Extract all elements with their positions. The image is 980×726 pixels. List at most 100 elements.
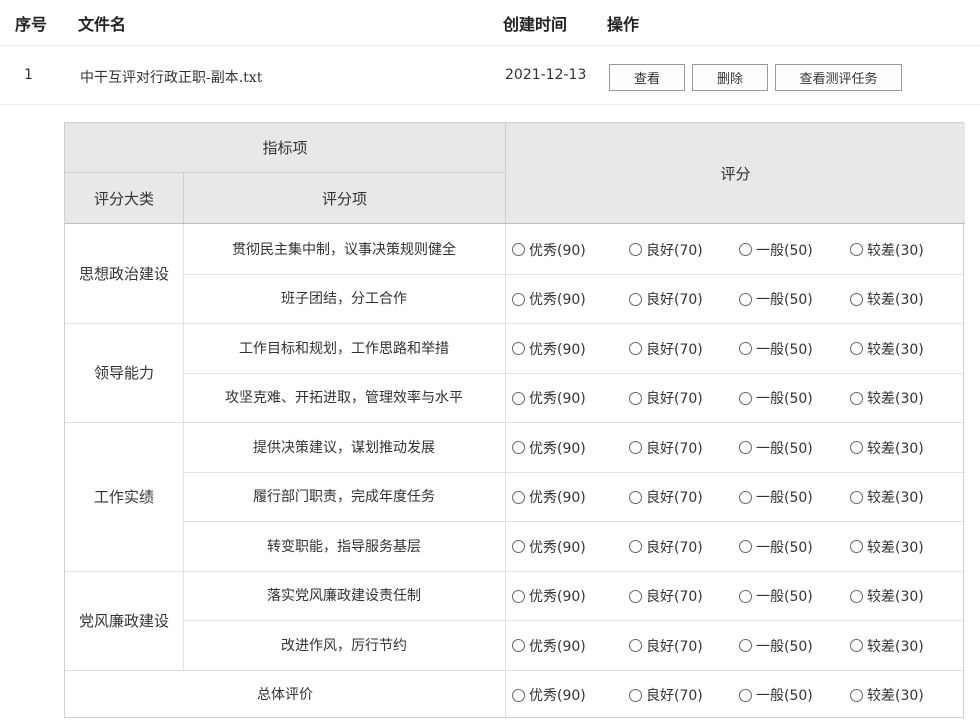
score-option[interactable]: 一般(50) bbox=[739, 388, 813, 408]
score-option[interactable]: 良好(70) bbox=[629, 289, 703, 309]
score-option[interactable]: 较差(30) bbox=[850, 289, 924, 309]
header-indicator: 指标项 bbox=[65, 123, 505, 172]
score-option[interactable]: 良好(70) bbox=[629, 685, 703, 705]
radio-button[interactable] bbox=[850, 688, 863, 702]
score-option[interactable]: 优秀(90) bbox=[512, 685, 586, 705]
score-option-label: 良好(70) bbox=[646, 688, 703, 705]
score-option[interactable]: 一般(50) bbox=[739, 685, 813, 705]
radio-button[interactable] bbox=[739, 490, 752, 504]
score-option[interactable]: 优秀(90) bbox=[512, 438, 586, 458]
score-option[interactable]: 较差(30) bbox=[850, 685, 924, 705]
radio-button[interactable] bbox=[629, 589, 642, 603]
score-option[interactable]: 一般(50) bbox=[739, 240, 813, 260]
radio-button[interactable] bbox=[629, 292, 642, 306]
score-option[interactable]: 较差(30) bbox=[850, 339, 924, 359]
radio-button[interactable] bbox=[739, 540, 752, 554]
score-option[interactable]: 良好(70) bbox=[629, 339, 703, 359]
score-option[interactable]: 较差(30) bbox=[850, 388, 924, 408]
radio-button[interactable] bbox=[850, 391, 863, 405]
radio-button[interactable] bbox=[739, 441, 752, 455]
score-options: 优秀(90) 良好(70) 一般(50) 较差(30) bbox=[506, 373, 965, 423]
radio-button[interactable] bbox=[512, 540, 525, 554]
radio-button[interactable] bbox=[739, 342, 752, 356]
radio-button[interactable] bbox=[629, 441, 642, 455]
radio-button[interactable] bbox=[512, 391, 525, 405]
radio-button[interactable] bbox=[739, 243, 752, 257]
radio-button[interactable] bbox=[739, 639, 752, 653]
radio-button[interactable] bbox=[512, 441, 525, 455]
score-option[interactable]: 优秀(90) bbox=[512, 388, 586, 408]
score-option[interactable]: 良好(70) bbox=[629, 388, 703, 408]
score-option[interactable]: 一般(50) bbox=[739, 438, 813, 458]
radio-button[interactable] bbox=[739, 688, 752, 702]
radio-button[interactable] bbox=[629, 342, 642, 356]
evaluation-table: 指标项 评分大类 评分项 评分 思想政治建设 贯彻民主集中制，议事决策规则健全 优秀… bbox=[64, 122, 965, 719]
radio-button[interactable] bbox=[629, 243, 642, 257]
score-option-label: 一般(50) bbox=[756, 292, 813, 309]
score-option[interactable]: 较差(30) bbox=[850, 487, 924, 507]
score-option[interactable]: 良好(70) bbox=[629, 586, 703, 606]
category-label: 党风廉政建设 bbox=[78, 611, 169, 630]
radio-button[interactable] bbox=[512, 639, 525, 653]
score-option[interactable]: 较差(30) bbox=[850, 636, 924, 656]
radio-button[interactable] bbox=[850, 243, 863, 257]
radio-button[interactable] bbox=[850, 441, 863, 455]
score-option-label: 优秀(90) bbox=[529, 391, 586, 408]
radio-button[interactable] bbox=[629, 540, 642, 554]
radio-button[interactable] bbox=[850, 589, 863, 603]
radio-button[interactable] bbox=[739, 589, 752, 603]
indicator-item: 工作目标和规划，工作思路和举措 bbox=[239, 340, 449, 357]
radio-button[interactable] bbox=[629, 639, 642, 653]
score-option[interactable]: 较差(30) bbox=[850, 537, 924, 557]
row-index: 1 bbox=[24, 67, 33, 83]
score-option[interactable]: 较差(30) bbox=[850, 586, 924, 606]
score-option[interactable]: 良好(70) bbox=[629, 438, 703, 458]
score-option[interactable]: 良好(70) bbox=[629, 537, 703, 557]
score-option[interactable]: 优秀(90) bbox=[512, 339, 586, 359]
score-option[interactable]: 一般(50) bbox=[739, 537, 813, 557]
score-option[interactable]: 优秀(90) bbox=[512, 586, 586, 606]
view-button[interactable]: 查看 bbox=[609, 64, 685, 91]
radio-button[interactable] bbox=[739, 292, 752, 306]
score-option[interactable]: 优秀(90) bbox=[512, 487, 586, 507]
radio-button[interactable] bbox=[512, 292, 525, 306]
score-option[interactable]: 优秀(90) bbox=[512, 289, 586, 309]
radio-button[interactable] bbox=[850, 292, 863, 306]
score-option-label: 较差(30) bbox=[867, 391, 924, 408]
radio-button[interactable] bbox=[850, 342, 863, 356]
delete-button[interactable]: 删除 bbox=[692, 64, 768, 91]
score-option[interactable]: 优秀(90) bbox=[512, 537, 586, 557]
score-option[interactable]: 一般(50) bbox=[739, 289, 813, 309]
indicator-item: 转变职能，指导服务基层 bbox=[267, 538, 421, 555]
score-option[interactable]: 良好(70) bbox=[629, 240, 703, 260]
radio-button[interactable] bbox=[629, 688, 642, 702]
score-option[interactable]: 一般(50) bbox=[739, 339, 813, 359]
score-option[interactable]: 优秀(90) bbox=[512, 240, 586, 260]
radio-button[interactable] bbox=[739, 391, 752, 405]
header-divider bbox=[183, 173, 184, 223]
radio-button[interactable] bbox=[850, 490, 863, 504]
radio-button[interactable] bbox=[512, 342, 525, 356]
radio-button[interactable] bbox=[850, 540, 863, 554]
radio-button[interactable] bbox=[512, 688, 525, 702]
score-option[interactable]: 一般(50) bbox=[739, 487, 813, 507]
score-option[interactable]: 一般(50) bbox=[739, 636, 813, 656]
indicator-item: 班子团结，分工合作 bbox=[281, 291, 407, 308]
radio-button[interactable] bbox=[629, 391, 642, 405]
radio-button[interactable] bbox=[629, 490, 642, 504]
score-option[interactable]: 一般(50) bbox=[739, 586, 813, 606]
score-option[interactable]: 优秀(90) bbox=[512, 636, 586, 656]
indicator-item: 落实党风廉政建设责任制 bbox=[267, 588, 421, 605]
score-option-label: 良好(70) bbox=[646, 539, 703, 556]
score-option[interactable]: 良好(70) bbox=[629, 487, 703, 507]
indicator-item: 提供决策建议，谋划推动发展 bbox=[253, 439, 435, 456]
radio-button[interactable] bbox=[512, 589, 525, 603]
radio-button[interactable] bbox=[512, 490, 525, 504]
score-option[interactable]: 较差(30) bbox=[850, 438, 924, 458]
radio-button[interactable] bbox=[850, 639, 863, 653]
score-option[interactable]: 较差(30) bbox=[850, 240, 924, 260]
view-eval-task-button[interactable]: 查看测评任务 bbox=[775, 64, 902, 91]
score-option-label: 较差(30) bbox=[867, 589, 924, 606]
score-option[interactable]: 良好(70) bbox=[629, 636, 703, 656]
radio-button[interactable] bbox=[512, 243, 525, 257]
